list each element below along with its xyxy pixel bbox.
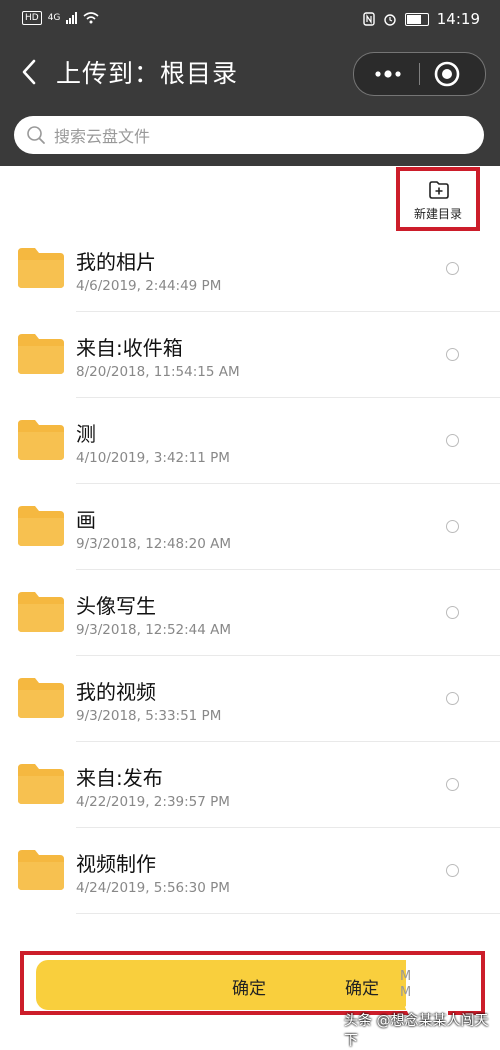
back-arrow-icon[interactable] [18,58,42,86]
folder-icon [18,506,64,546]
search-input[interactable] [52,120,476,152]
network-type: 4G [47,13,61,23]
file-time: 8/20/2018, 11:54:15 AM [76,364,240,380]
search-bar [14,116,484,154]
file-time: 9/3/2018, 5:33:51 PM [76,708,222,724]
signal-icon [66,12,78,24]
add-folder-icon [429,181,449,199]
file-time: 9/3/2018, 12:52:44 AM [76,622,232,638]
more-icon[interactable] [368,61,408,87]
file-row[interactable]: 画 9/3/2018, 12:48:20 AM [0,484,500,570]
file-name: 视频制作 [76,852,156,876]
file-row[interactable]: 我的相片 4/6/2019, 2:44:49 PM [0,226,500,312]
select-radio[interactable] [446,434,459,447]
select-radio[interactable] [446,520,459,533]
file-time: 4/22/2019, 2:39:57 PM [76,794,230,810]
select-radio[interactable] [446,864,459,877]
file-time: 4/6/2019, 2:44:49 PM [76,278,222,294]
watermark: 头条 @想念某某人闯天下 [344,1013,489,1049]
file-row[interactable]: 测 4/10/2019, 3:42:11 PM [0,398,500,484]
file-name: 画 [76,508,96,532]
file-time: 4/10/2019, 3:42:11 PM [76,450,230,466]
file-name: 头像写生 [76,594,156,618]
file-list: 我的相片 4/6/2019, 2:44:49 PM 来自:收件箱 8/20/2018,… [0,226,500,914]
select-radio[interactable] [446,262,459,275]
select-radio[interactable] [446,348,459,361]
folder-icon [18,248,64,288]
folder-icon [18,678,64,718]
confirm-button[interactable]: 确定 确定 [36,960,406,1010]
nav-header: 上传到：根目录 [0,40,500,166]
file-time: 9/3/2018, 12:48:20 AM [76,536,232,552]
folder-icon [18,334,64,374]
new-folder-button[interactable]: 新建目录 [396,167,480,231]
select-radio[interactable] [446,606,459,619]
file-row[interactable]: 来自:收件箱 8/20/2018, 11:54:15 AM [0,312,500,398]
status-right: 14:19 [363,10,480,28]
ghost-text-line: M [400,985,412,1000]
file-row[interactable]: 头像写生 9/3/2018, 12:52:44 AM [0,570,500,656]
file-name: 我的视频 [76,680,156,704]
file-name: 来自:发布 [76,766,163,790]
file-row[interactable]: 视频制作 4/24/2019, 5:56:30 PM [0,828,500,914]
file-name: 来自:收件箱 [76,336,183,360]
nfc-icon [363,12,375,26]
select-radio[interactable] [446,692,459,705]
status-time: 14:19 [436,10,480,28]
file-name: 我的相片 [76,250,156,274]
ghost-text: M M [400,969,411,1001]
folder-icon [18,420,64,460]
search-icon [27,126,45,144]
folder-icon [18,592,64,632]
confirm-label: 确定 [232,979,266,999]
wifi-icon [83,12,99,24]
hd-badge: HD [22,11,42,25]
file-row[interactable]: 我的视频 9/3/2018, 5:33:51 PM [0,656,500,742]
select-radio[interactable] [446,778,459,791]
folder-icon [18,764,64,804]
folder-icon [18,850,64,890]
battery-icon [404,12,429,26]
capsule-divider [419,63,420,85]
status-left: HD 4G [22,11,99,25]
mini-program-capsule [353,52,486,96]
confirm-label-duplicate: 确定 [345,979,379,999]
status-bar: HD 4G 14:19 [0,0,500,40]
page-title: 上传到：根目录 [56,59,239,88]
alarm-icon [384,14,396,26]
file-time: 4/24/2019, 5:56:30 PM [76,880,230,896]
row-divider [76,913,500,914]
file-row[interactable]: 来自:发布 4/22/2019, 2:39:57 PM [0,742,500,828]
ghost-text-line: M [400,969,412,984]
new-folder-label: 新建目录 [413,207,462,221]
file-name: 测 [76,422,96,446]
close-target-icon[interactable] [434,61,460,87]
